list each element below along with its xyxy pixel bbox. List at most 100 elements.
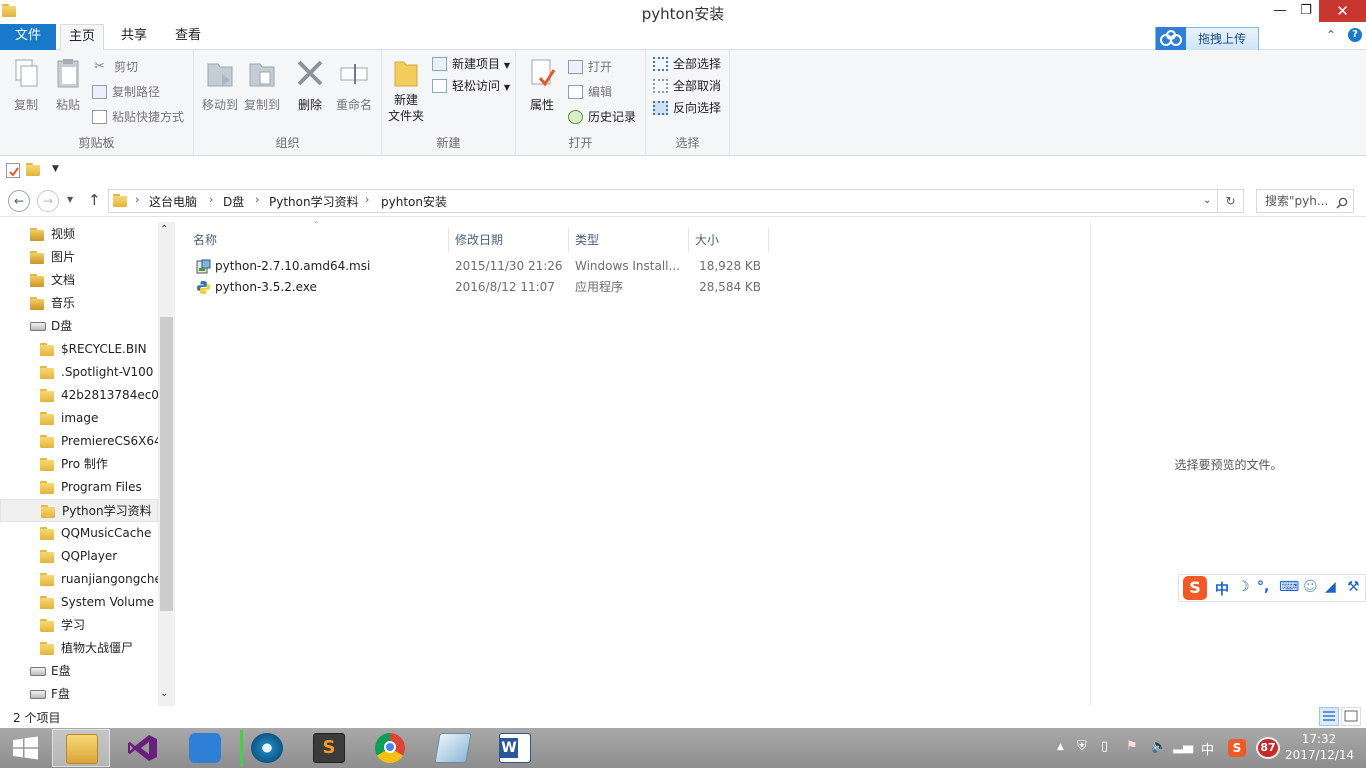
move-to-button[interactable]: 移动到 — [198, 56, 242, 113]
nav-scrollbar-thumb[interactable] — [160, 317, 173, 611]
new-folder-button[interactable]: 新建 文件夹 — [386, 56, 426, 124]
nav-item-folder[interactable]: 音乐 — [0, 292, 158, 315]
wrench-icon[interactable]: ⚒ — [1347, 579, 1360, 595]
copy-button[interactable]: 复制 — [6, 56, 46, 113]
flag-warning-icon[interactable]: ⚑ — [1126, 739, 1138, 754]
security-badge[interactable]: 87 — [1256, 737, 1280, 759]
tab-view[interactable]: 查看 — [166, 24, 210, 50]
nav-item-folder[interactable]: image — [0, 407, 158, 430]
breadcrumb-python-materials[interactable]: Python学习资料 — [269, 193, 359, 210]
show-hidden-icons-icon[interactable]: ▲ — [1057, 742, 1064, 752]
nav-item-folder[interactable]: 植物大战僵尸 — [0, 637, 158, 660]
nav-item-folder[interactable]: Python学习资料 — [0, 499, 158, 522]
nav-item-folder[interactable]: 图片 — [0, 246, 158, 269]
help-icon[interactable]: ? — [1348, 28, 1362, 42]
file-row[interactable]: python-3.5.2.exe 2016/8/12 11:07 应用程序 28,58… — [190, 277, 770, 298]
nav-item-folder[interactable]: QQMusicCache — [0, 522, 158, 545]
delete-button[interactable]: 删除 — [292, 56, 328, 113]
rename-button[interactable]: 重命名 — [332, 56, 376, 113]
skin-icon[interactable]: ◢ — [1325, 579, 1336, 595]
column-header-type[interactable]: 类型 — [569, 228, 689, 252]
start-button[interactable] — [0, 728, 50, 768]
nav-item-drive[interactable]: F盘 — [0, 683, 158, 706]
nav-item-folder[interactable]: 文档 — [0, 269, 158, 292]
copy-path-button[interactable]: 复制路径 — [92, 82, 160, 102]
keyboard-icon[interactable]: ⌨ — [1279, 579, 1299, 595]
punctuation-icon[interactable]: °, — [1257, 579, 1269, 595]
network-signal-icon[interactable]: ▂▄ — [1173, 739, 1193, 754]
large-icons-view-button[interactable] — [1341, 707, 1361, 726]
tab-home[interactable]: 主页 — [60, 24, 104, 51]
select-all-button[interactable]: 全部选择 — [653, 54, 721, 74]
close-button[interactable]: ✕ — [1319, 0, 1366, 22]
search-input[interactable]: 搜索"pyh... — [1256, 189, 1354, 213]
breadcrumb-d-drive[interactable]: D盘 — [223, 193, 244, 210]
column-header-size[interactable]: 大小 — [689, 228, 769, 252]
back-button[interactable]: ← — [8, 190, 30, 212]
address-dropdown-icon[interactable]: ⌄ — [1203, 195, 1211, 206]
taskbar-word[interactable]: W — [486, 729, 544, 767]
taskbar-visual-studio[interactable] — [114, 729, 172, 767]
new-item-button[interactable]: 新建项目 ▼ — [432, 54, 510, 74]
taskbar-media-player[interactable] — [238, 729, 296, 767]
nav-item-folder[interactable]: $RECYCLE.BIN — [0, 338, 158, 361]
file-row[interactable]: python-2.7.10.amd64.msi 2015/11/30 21:26 W… — [190, 256, 770, 277]
forward-button[interactable]: → — [37, 190, 59, 212]
properties-quick-icon[interactable] — [6, 163, 20, 178]
invert-selection-button[interactable]: 反向选择 — [653, 98, 721, 118]
history-button[interactable]: 历史记录 — [568, 107, 636, 127]
ime-indicator[interactable]: 中 — [1201, 739, 1214, 758]
tab-file[interactable]: 文件 — [0, 24, 56, 50]
edit-button[interactable]: 编辑 — [568, 82, 612, 102]
shield-icon[interactable]: ⛨ — [1077, 739, 1087, 754]
sogou-logo-icon[interactable]: S — [1183, 576, 1207, 600]
open-button[interactable]: 打开 — [568, 57, 612, 77]
nav-item-folder[interactable]: Program Files — [0, 476, 158, 499]
taskbar-sublime-text[interactable]: S — [300, 729, 358, 767]
scroll-down-icon[interactable]: ⌄ — [160, 688, 168, 699]
taskbar-app-window[interactable] — [424, 729, 482, 767]
nav-item-drive[interactable]: D盘 — [0, 315, 158, 338]
taskbar-file-explorer[interactable] — [52, 729, 110, 767]
nav-item-folder[interactable]: 学习 — [0, 614, 158, 637]
nav-item-folder[interactable]: ruanjiangongche — [0, 568, 158, 591]
new-folder-quick-icon[interactable] — [26, 162, 42, 178]
paste-shortcut-button[interactable]: 粘贴快捷方式 — [92, 107, 184, 127]
device-icon[interactable]: ▯ — [1101, 739, 1108, 754]
nav-item-folder[interactable]: .Spotlight-V100 — [0, 361, 158, 384]
select-none-button[interactable]: 全部取消 — [653, 76, 721, 96]
copy-to-button[interactable]: 复制到 — [240, 56, 284, 113]
taskbar-chrome[interactable] — [362, 729, 420, 767]
taskbar-baidu-cloud[interactable] — [176, 729, 234, 767]
nav-item-folder[interactable]: PremiereCS6X64 — [0, 430, 158, 453]
column-header-modified[interactable]: 修改日期 — [449, 228, 569, 252]
minimize-button[interactable]: — — [1267, 0, 1293, 22]
nav-item-folder[interactable]: 42b2813784ec08 — [0, 384, 158, 407]
ribbon-collapse-icon[interactable]: ⌃ — [1326, 28, 1336, 42]
volume-icon[interactable]: 🔈 — [1151, 739, 1167, 754]
drag-upload-button[interactable]: 拖拽上传 — [1155, 27, 1259, 51]
paste-button[interactable]: 粘贴 — [48, 56, 88, 113]
nav-item-folder[interactable]: QQPlayer — [0, 545, 158, 568]
column-header-name[interactable]: 名称 — [187, 228, 449, 252]
user-icon[interactable]: ☺ — [1303, 579, 1318, 595]
refresh-button[interactable]: ↻ — [1218, 189, 1244, 213]
moon-icon[interactable]: ☽ — [1237, 579, 1250, 595]
maximize-button[interactable]: ❐ — [1293, 0, 1319, 22]
up-button[interactable]: ↑ — [88, 191, 101, 209]
tab-share[interactable]: 共享 — [112, 24, 156, 50]
properties-button[interactable]: 属性 — [524, 56, 560, 113]
sogou-tray-icon[interactable]: S — [1228, 739, 1246, 757]
details-view-button[interactable] — [1319, 707, 1339, 726]
easy-access-button[interactable]: 轻松访问 ▼ — [432, 76, 510, 96]
nav-item-folder[interactable]: System Volume I — [0, 591, 158, 614]
scroll-up-icon[interactable]: ⌃ — [160, 224, 168, 235]
recent-locations-icon[interactable]: ▼ — [67, 195, 73, 204]
ime-mode-toggle[interactable]: 中 — [1215, 579, 1229, 599]
nav-item-folder[interactable]: Pro 制作 — [0, 453, 158, 476]
breadcrumb-this-pc[interactable]: 这台电脑 — [149, 193, 197, 210]
cut-button[interactable]: ✂ 剪切 — [94, 57, 138, 77]
nav-item-drive[interactable]: E盘 — [0, 660, 158, 683]
address-bar[interactable]: › 这台电脑 › D盘 › Python学习资料 › pyhton安装 ⌄ — [108, 189, 1218, 213]
nav-item-folder[interactable]: 视频 — [0, 223, 158, 246]
